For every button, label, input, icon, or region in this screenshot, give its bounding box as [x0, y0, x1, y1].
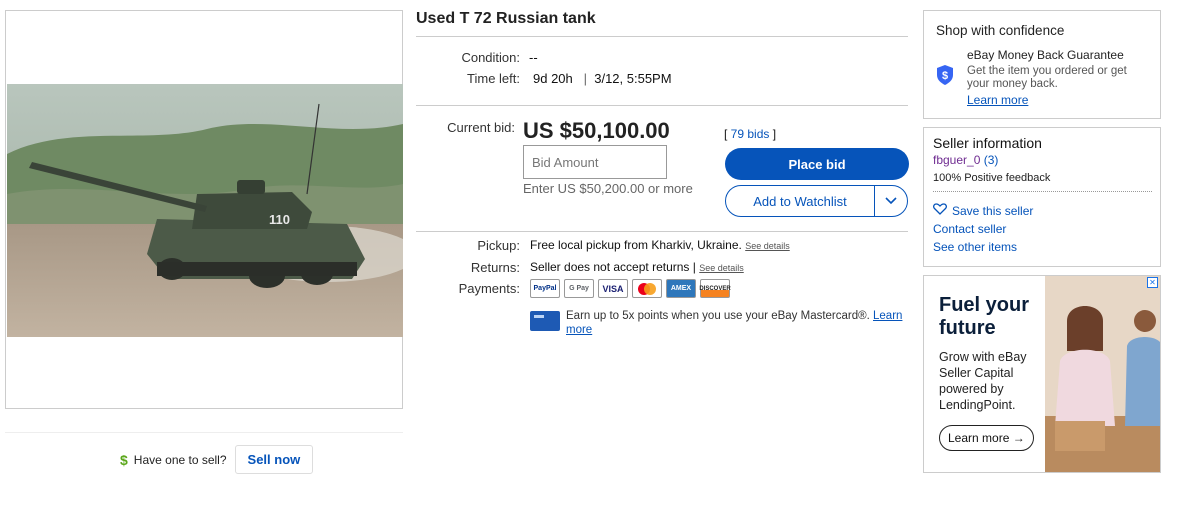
google-pay-icon: G Pay	[564, 279, 594, 298]
time-left-value: 9d 20h | 3/12, 5:55PM	[533, 71, 672, 86]
place-bid-button[interactable]: Place bid	[725, 148, 909, 180]
current-bid-label: Current bid:	[447, 120, 515, 135]
dollar-icon: $	[120, 451, 128, 468]
contact-seller-link[interactable]: Contact seller	[933, 222, 1006, 236]
returns-text: Seller does not accept returns |	[530, 260, 696, 274]
ebay-mastercard-icon	[530, 311, 560, 331]
advertisement[interactable]: Fuel your future Grow with eBay Seller C…	[923, 275, 1161, 473]
seller-info-box: Seller information fbguer_0 (3) 100% Pos…	[923, 127, 1161, 267]
guarantee-description: Get the item you ordered or get your mon…	[967, 65, 1127, 90]
confidence-title: Shop with confidence	[936, 23, 1065, 38]
guarantee-learn-more-link[interactable]: Learn more	[967, 93, 1028, 107]
ad-learn-more-button[interactable]: Learn more →	[939, 425, 1034, 451]
save-seller-link[interactable]: Save this seller	[952, 204, 1033, 218]
chevron-down-icon[interactable]	[875, 197, 907, 205]
returns-label: Returns:	[470, 260, 520, 275]
sell-now-button[interactable]: Sell now	[234, 445, 314, 474]
tank-marking: 110	[269, 212, 290, 227]
item-title: Used T 72 Russian tank	[416, 10, 596, 27]
ad-headline-line-2: future	[939, 317, 996, 339]
bid-history[interactable]: [ 79 bids ]	[724, 127, 776, 141]
item-image-panel[interactable]: 110	[5, 10, 403, 409]
ad-photo	[1045, 276, 1160, 472]
condition-label: Condition:	[461, 50, 520, 65]
save-seller-row[interactable]: Save this seller	[933, 203, 1033, 218]
divider	[416, 105, 908, 106]
ad-headline: Fuel your future	[939, 294, 1029, 340]
sell-question: Have one to sell?	[133, 452, 227, 467]
seller-name-link[interactable]: fbguer_0	[933, 153, 980, 167]
divider	[416, 231, 908, 232]
payments-label: Payments:	[458, 281, 520, 296]
svg-text:$: $	[942, 70, 948, 82]
close-icon[interactable]: ✕	[1147, 277, 1158, 288]
see-other-items-link[interactable]: See other items	[933, 240, 1017, 254]
min-bid-note: Enter US $50,200.00 or more	[523, 181, 693, 196]
bids-count-link[interactable]: 79 bids	[731, 127, 770, 141]
end-time: 3/12, 5:55PM	[594, 71, 672, 86]
visa-icon: VISA	[598, 279, 628, 298]
divider	[5, 432, 403, 433]
mastercard-icon	[632, 279, 662, 298]
seller-score-link[interactable]: (3)	[984, 153, 999, 167]
guarantee-title: eBay Money Back Guarantee	[967, 48, 1124, 62]
paypal-icon: PayPal	[530, 279, 560, 298]
time-remaining: 9d 20h	[533, 71, 573, 86]
returns-see-details-link[interactable]: See details	[699, 263, 744, 273]
seller-feedback: 100% Positive feedback	[933, 172, 1051, 184]
ad-body: Grow with eBay Seller Capital powered by…	[939, 350, 1027, 412]
pickup-see-details-link[interactable]: See details	[745, 241, 790, 251]
heart-icon	[933, 203, 947, 218]
watchlist-control: Add to Watchlist	[725, 185, 908, 217]
sell-prompt: $ Have one to sell? Sell now	[120, 445, 314, 474]
current-bid-price: US $50,100.00	[523, 118, 670, 143]
condition-value: --	[529, 50, 538, 65]
card-promo-text: Earn up to 5x points when you use your e…	[566, 310, 870, 322]
pickup-text: Free local pickup from Kharkiv, Ukraine.	[530, 238, 742, 252]
pickup-label: Pickup:	[477, 238, 520, 253]
time-left-label: Time left:	[467, 71, 520, 86]
seller-info-title: Seller information	[933, 135, 1042, 151]
discover-icon: DISCOVER	[699, 279, 731, 298]
divider	[933, 191, 1152, 192]
seller-identity: fbguer_0 (3)	[933, 153, 998, 167]
amex-icon: AMEX	[666, 279, 696, 298]
tank-photo: 110	[7, 84, 403, 337]
card-promo: Earn up to 5x points when you use your e…	[530, 309, 910, 337]
payment-methods: PayPal G Pay VISA AMEX DISCOVER	[530, 279, 731, 298]
add-to-watchlist-button[interactable]: Add to Watchlist	[726, 194, 874, 209]
shop-with-confidence-box: Shop with confidence $ eBay Money Back G…	[923, 10, 1161, 119]
divider	[416, 36, 908, 37]
pickup-value: Free local pickup from Kharkiv, Ukraine.…	[530, 238, 790, 252]
ad-headline-line-1: Fuel your	[939, 294, 1030, 316]
bid-amount-input[interactable]	[523, 145, 667, 179]
shield-icon: $	[935, 64, 955, 89]
returns-value: Seller does not accept returns | See det…	[530, 260, 744, 274]
